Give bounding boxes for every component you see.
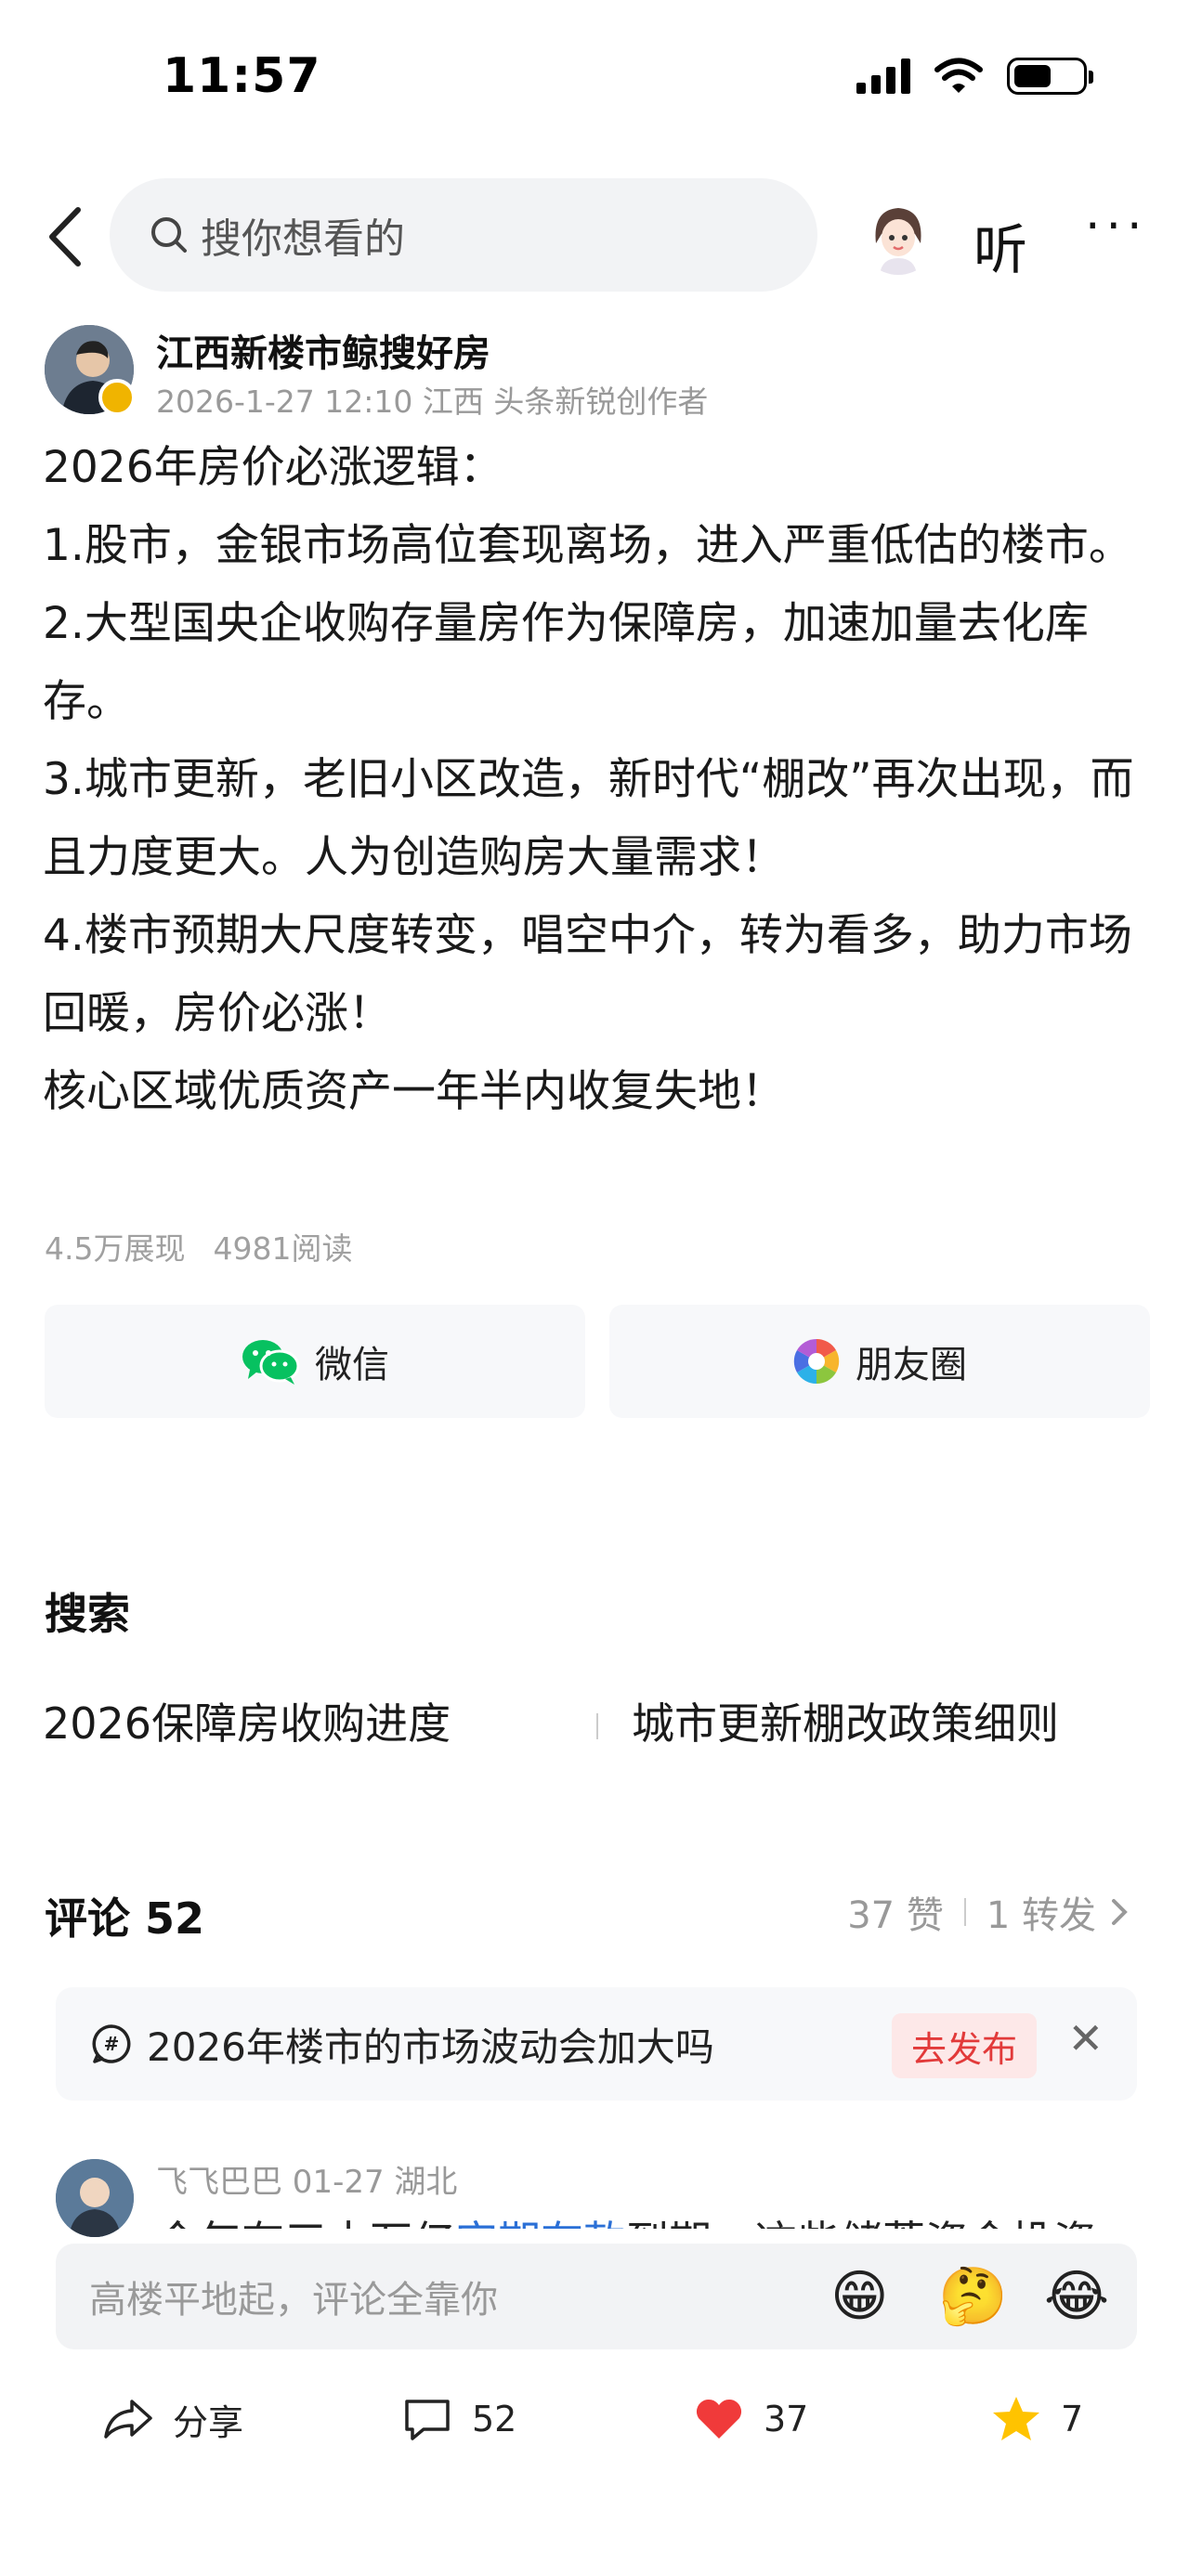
article-stats: 4.5万展现 4981阅读 [45, 1224, 352, 1268]
comment-action-button[interactable]: 52 [401, 2387, 516, 2452]
battery-icon [1007, 58, 1093, 95]
article-body: 2026年房价必涨逻辑： 1.股市，金银市场高位套现离场，进入严重低估的楼市。 … [43, 429, 1157, 1131]
like-action-button[interactable]: 37 [693, 2387, 808, 2452]
back-arrow-icon[interactable] [41, 204, 93, 269]
topic-text: 2026年楼市的市场波动会加大吗 [147, 2023, 714, 2070]
more-options-button[interactable]: ··· [1085, 199, 1148, 254]
reads-count: 4981阅读 [213, 1230, 353, 1267]
wifi-icon [934, 58, 983, 93]
cellular-signal-icon [856, 59, 910, 94]
article-paragraph: 核心区域优质资产一年半内收复失地！ [43, 1066, 785, 1117]
topic-hashtag-icon: # [92, 2024, 131, 2063]
comment-meta: 飞飞巴巴 01-27 湖北 [156, 2164, 458, 2201]
laughing-crying-emoji-icon[interactable]: 😂 [1044, 2260, 1109, 2333]
likes-summary: 37 赞 [847, 1894, 944, 1937]
search-suggestion[interactable]: 2026保障房收购进度 [43, 1690, 451, 1751]
favorite-count: 7 [1061, 2399, 1084, 2439]
heart-icon [696, 2399, 742, 2439]
favorite-action-button[interactable]: 7 [990, 2387, 1083, 2452]
search-section-title: 搜索 [45, 1589, 130, 1639]
share-wechat-button[interactable]: 微信 [45, 1305, 585, 1418]
article-paragraph: 1.股市，金银市场高位套现离场，进入严重低估的楼市。 [43, 520, 1132, 571]
status-icons [856, 58, 1093, 95]
status-bar: 11:57 [0, 0, 1189, 158]
commenter-avatar[interactable] [56, 2159, 134, 2237]
share-action-label: 分享 [173, 2401, 244, 2443]
search-placeholder: 搜你想看的 [201, 215, 405, 263]
article-paragraph: 2.大型国央企收购存量房作为保障房，加速加量去化库存。 [43, 598, 1089, 727]
author-name[interactable]: 江西新楼市鲸搜好房 [156, 323, 490, 377]
share-moments-label: 朋友圈 [856, 1344, 967, 1386]
comments-title: 评论 52 [45, 1893, 205, 1944]
comment-text-link[interactable]: 定期存款 [455, 2217, 626, 2229]
star-icon [993, 2397, 1039, 2440]
listen-button[interactable]: 听 [973, 206, 1027, 284]
comment-icon [405, 2400, 450, 2440]
grin-emoji-icon[interactable]: 😁 [830, 2260, 889, 2333]
close-icon[interactable]: ✕ [1067, 2013, 1104, 2063]
reposts-summary: 1 转发 [986, 1894, 1096, 1937]
comment-count: 52 [472, 2399, 517, 2439]
like-count: 37 [764, 2399, 809, 2439]
search-icon [151, 217, 187, 253]
comment-text-start: 今年有三十万亿 [156, 2217, 455, 2229]
top-nav: 搜你想看的 听 ··· [0, 178, 1189, 293]
impressions-count: 4.5万展现 [45, 1230, 186, 1267]
chevron-right-icon [1112, 1899, 1128, 1925]
assistant-avatar-icon[interactable] [859, 197, 937, 275]
divider [596, 1713, 598, 1739]
comment-text-end: 到期，这些储蓄资金投资 [626, 2217, 1096, 2229]
wechat-icon [242, 1340, 300, 1385]
comment-input[interactable]: 高楼平地起，评论全靠你 😁 🤔 😂 [56, 2244, 1137, 2349]
article-paragraph: 4.楼市预期大尺度转变，唱空中介，转为看多，助力市场回暖，房价必涨！ [43, 910, 1132, 1039]
comment-input-placeholder: 高楼平地起，评论全靠你 [89, 2279, 498, 2322]
publish-button[interactable]: 去发布 [892, 2013, 1037, 2078]
article-paragraph: 2026年房价必涨逻辑： [43, 442, 503, 493]
verified-creator-badge-icon [98, 379, 136, 416]
post-meta: 2026-1-27 12:10 江西 头条新锐创作者 [156, 384, 709, 420]
comment-text: 今年有三十万亿定期存款到期，这些储蓄资金投资 [156, 2208, 1096, 2229]
status-time: 11:57 [163, 48, 321, 104]
share-moments-button[interactable]: 朋友圈 [609, 1305, 1150, 1418]
share-action-button[interactable]: 分享 [102, 2387, 243, 2452]
post-engagement-summary[interactable]: 37 赞 1 转发 [847, 1885, 1133, 1939]
smirk-emoji-icon[interactable]: 🤔 [938, 2260, 1008, 2333]
search-input[interactable]: 搜你想看的 [110, 178, 817, 292]
svg-text:#: # [104, 2033, 120, 2055]
search-suggestion[interactable]: 城市更新棚改政策细则 [632, 1690, 1059, 1751]
share-wechat-label: 微信 [315, 1344, 389, 1386]
topic-prompt: # 2026年楼市的市场波动会加大吗 去发布 ✕ [56, 1987, 1137, 2101]
moments-icon [793, 1338, 840, 1385]
article-paragraph: 3.城市更新，老旧小区改造，新时代“棚改”再次出现，而且力度更大。人为创造购房大… [43, 754, 1134, 883]
share-icon [104, 2400, 152, 2439]
